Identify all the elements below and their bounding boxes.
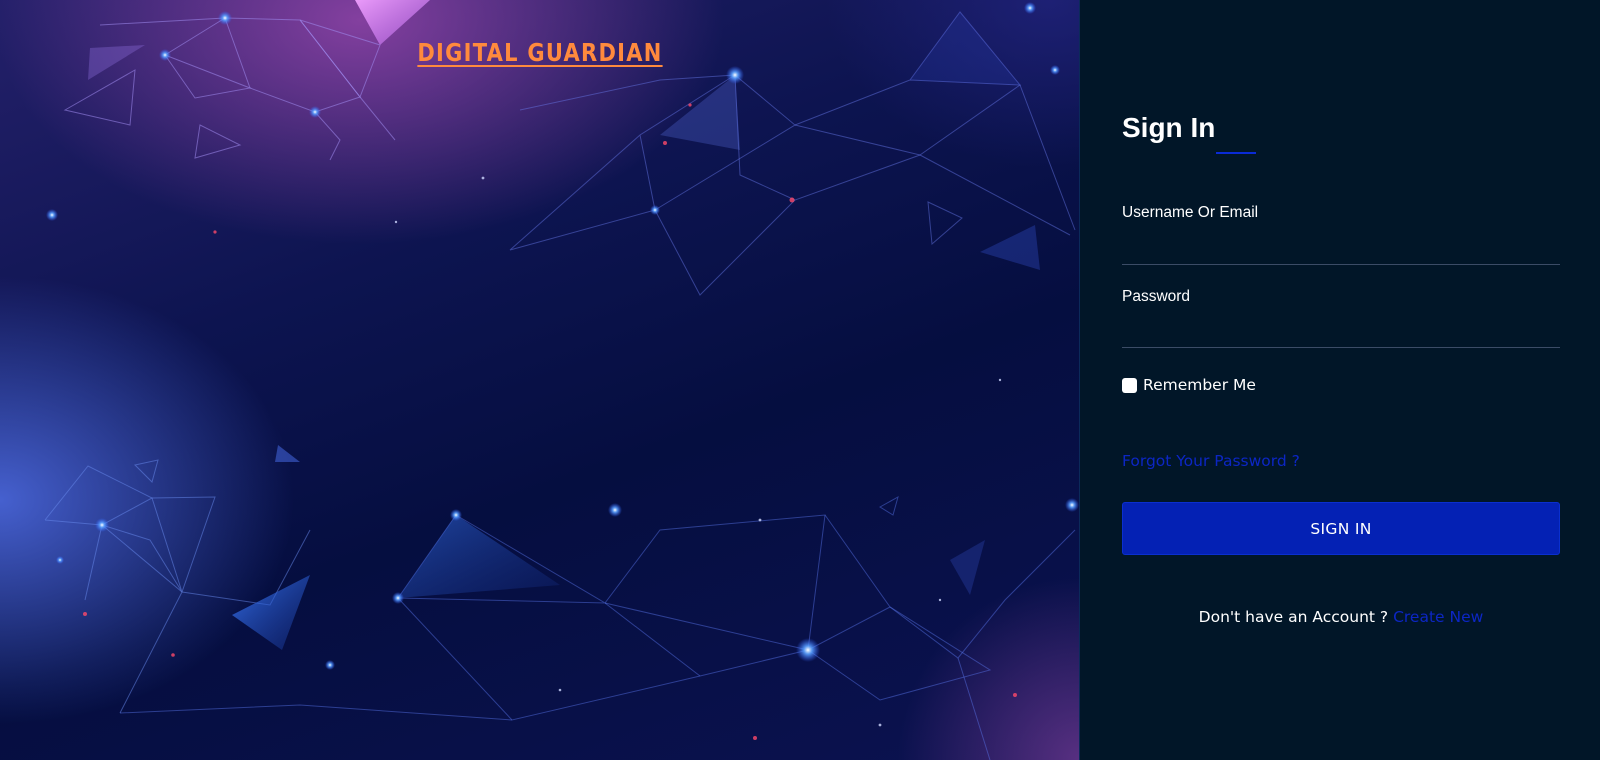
forgot-password-link[interactable]: Forgot Your Password ?	[1122, 452, 1300, 470]
signin-panel: Sign In Username Or Email Password Remem…	[1080, 0, 1600, 760]
brand-logo[interactable]: DIGITAL GUARDIAN	[417, 38, 662, 67]
network-mesh-illustration	[44, 0, 1079, 760]
remember-me-checkbox[interactable]	[1122, 377, 1137, 393]
remember-me-row[interactable]: Remember Me	[1122, 376, 1256, 394]
sign-in-button[interactable]: SIGN IN	[1122, 502, 1560, 555]
logo-container: DIGITAL GUARDIAN	[0, 38, 1079, 67]
signin-title: Sign In	[1122, 112, 1216, 143]
login-page: DIGITAL GUARDIAN Sign In Username Or Ema…	[0, 0, 1600, 760]
hero-background: DIGITAL GUARDIAN	[0, 0, 1079, 760]
username-field[interactable]	[1122, 238, 1560, 265]
username-label: Username Or Email	[1122, 204, 1259, 221]
password-label: Password	[1122, 288, 1191, 305]
password-field[interactable]	[1122, 321, 1560, 348]
remember-me-label[interactable]: Remember Me	[1143, 376, 1256, 394]
create-account-prompt: Don't have an Account ? Create New	[1122, 608, 1560, 626]
title-accent-underline	[1216, 152, 1256, 154]
create-account-link[interactable]: Create New	[1393, 608, 1483, 626]
no-account-text: Don't have an Account ?	[1198, 608, 1389, 626]
